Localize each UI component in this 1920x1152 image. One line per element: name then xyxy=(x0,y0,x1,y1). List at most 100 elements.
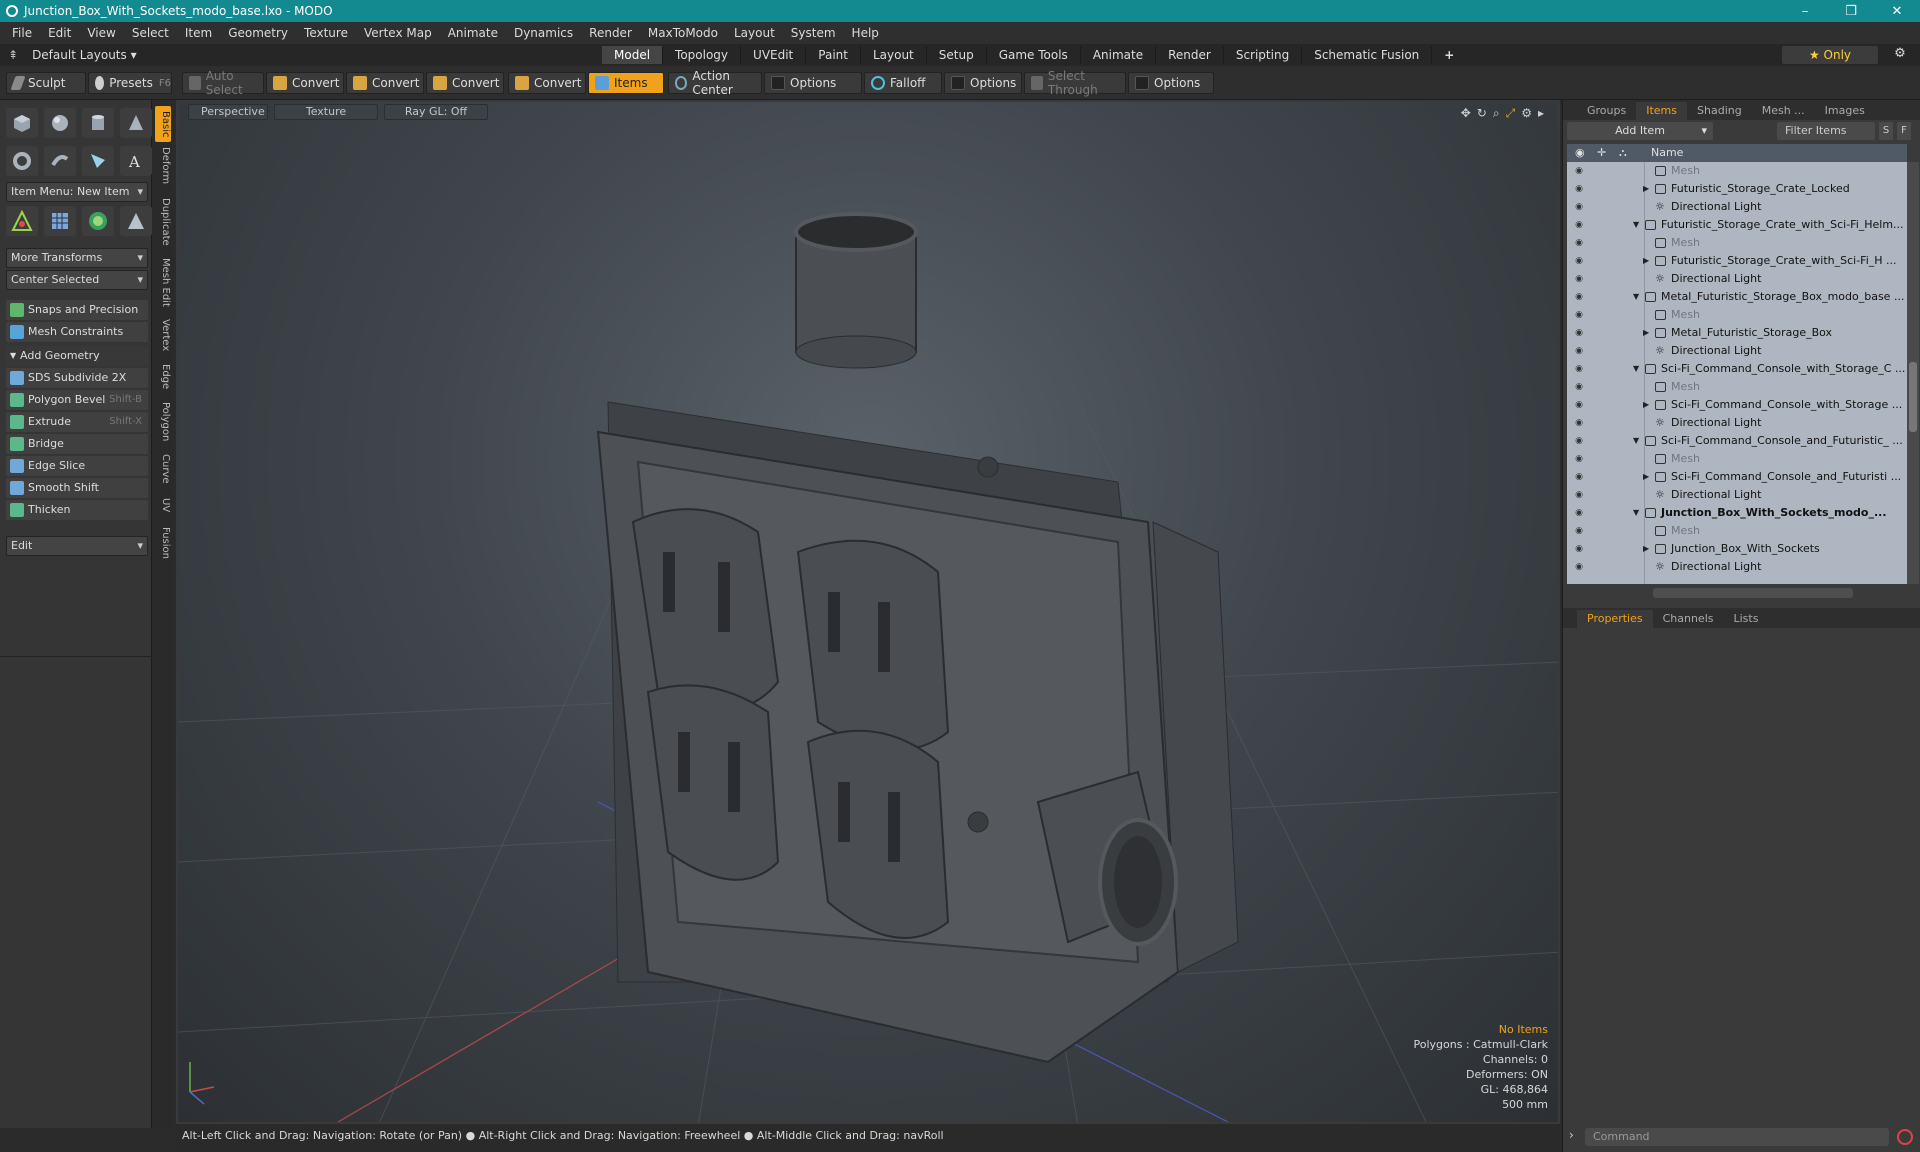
scroll-thumb[interactable] xyxy=(1909,362,1917,432)
minimize-button[interactable]: – xyxy=(1782,0,1828,22)
convert-items-button[interactable]: Convert xyxy=(508,72,586,94)
expand-right-icon[interactable]: ▶ xyxy=(1643,540,1649,558)
tree-item-light[interactable]: ◉ ☼ Directional Light xyxy=(1567,270,1907,288)
vtab-edge[interactable]: Edge xyxy=(155,362,171,392)
capsule-icon[interactable] xyxy=(44,146,76,176)
convert-vertices-button[interactable]: Convert xyxy=(266,72,344,94)
eye-icon[interactable]: ◉ xyxy=(1573,381,1585,393)
cube-icon[interactable] xyxy=(6,108,38,138)
vtab-mesh-edit[interactable]: Mesh Edit xyxy=(155,256,171,308)
tab-topology[interactable]: Topology xyxy=(663,46,742,64)
menu-view[interactable]: View xyxy=(79,26,123,40)
menu-system[interactable]: System xyxy=(783,26,844,40)
tree-item-scene[interactable]: ◉ ▼ Junction_Box_With_Sockets_modo_... xyxy=(1567,504,1907,522)
f-filter-button[interactable]: F xyxy=(1897,122,1911,140)
eye-icon[interactable]: ◉ xyxy=(1573,291,1585,303)
more-transforms-dropdown[interactable]: More Transforms xyxy=(6,248,148,268)
menu-animate[interactable]: Animate xyxy=(440,26,506,40)
sculpt-button[interactable]: Sculpt xyxy=(6,72,86,94)
perspective-dropdown[interactable]: Perspective xyxy=(188,104,268,120)
menu-select[interactable]: Select xyxy=(124,26,177,40)
torus-icon[interactable] xyxy=(6,146,38,176)
tab-shading[interactable]: Shading xyxy=(1687,102,1752,120)
tree-item-light[interactable]: ◉ ☼ Directional Light xyxy=(1567,342,1907,360)
tab-layout[interactable]: Layout xyxy=(861,46,927,64)
eye-icon[interactable]: ◉ xyxy=(1573,471,1585,483)
tree-item-mesh[interactable]: ◉ Mesh xyxy=(1567,522,1907,540)
tab-setup[interactable]: Setup xyxy=(927,46,987,64)
polygon-bevel-button[interactable]: Polygon Bevel Shift-B xyxy=(6,390,148,410)
record-icon[interactable] xyxy=(1897,1129,1913,1145)
items-scrollbar[interactable] xyxy=(1907,162,1919,584)
pan-icon[interactable]: ✥ xyxy=(1461,106,1471,121)
tree-item-light[interactable]: ◉ ☼ Directional Light xyxy=(1567,486,1907,504)
eye-icon[interactable]: ◉ xyxy=(1573,327,1585,339)
add-geometry-section[interactable]: ▼ Add Geometry xyxy=(6,346,148,366)
tree-item-scene[interactable]: ◉ ▼ Sci-Fi_Command_Console_and_Futuristic_… xyxy=(1567,432,1907,450)
edit-dropdown[interactable]: Edit xyxy=(6,536,148,556)
tree-item-mesh[interactable]: ◉ Mesh xyxy=(1567,306,1907,324)
center-selected-dropdown[interactable]: Center Selected xyxy=(6,270,148,290)
sds-subdivide-button[interactable]: SDS Subdivide 2X xyxy=(6,368,148,388)
tab-images[interactable]: Images xyxy=(1815,102,1875,120)
expand-down-icon[interactable]: ▼ xyxy=(1633,360,1639,378)
expand-right-icon[interactable]: ▶ xyxy=(1643,468,1649,486)
menu-file[interactable]: File xyxy=(4,26,40,40)
tree-item-mesh[interactable]: ◉ Mesh xyxy=(1567,450,1907,468)
snaps-precision-button[interactable]: Snaps and Precision xyxy=(6,300,148,320)
3d-viewport[interactable]: Perspective Texture Ray GL: Off ✥ ↻ ⌕ ⤢ … xyxy=(176,100,1560,1124)
eye-icon[interactable]: ◉ xyxy=(1573,345,1585,357)
vtab-deform[interactable]: Deform xyxy=(155,146,171,186)
texture-dropdown[interactable]: Texture xyxy=(274,104,378,120)
expand-down-icon[interactable]: ▼ xyxy=(1633,216,1639,234)
eye-icon[interactable]: ◉ xyxy=(1573,417,1585,429)
eye-icon[interactable]: ◉ xyxy=(1573,219,1585,231)
tree-item-mesh[interactable]: ◉ Mesh xyxy=(1567,378,1907,396)
menu-vertex-map[interactable]: Vertex Map xyxy=(356,26,440,40)
eye-icon[interactable]: ◉ xyxy=(1573,543,1585,555)
pen-icon[interactable] xyxy=(82,146,114,176)
menu-edit[interactable]: Edit xyxy=(40,26,79,40)
s-filter-button[interactable]: S xyxy=(1879,122,1893,140)
menu-item[interactable]: Item xyxy=(177,26,220,40)
eye-icon[interactable]: ◉ xyxy=(1573,489,1585,501)
vtab-uv[interactable]: UV xyxy=(155,494,171,516)
tab-uvedit[interactable]: UVEdit xyxy=(741,46,807,64)
bridge-button[interactable]: Bridge xyxy=(6,434,148,454)
expand-right-icon[interactable]: ▶ xyxy=(1643,252,1649,270)
tab-mesh[interactable]: Mesh ... xyxy=(1752,102,1815,120)
cone-scale-icon[interactable] xyxy=(120,206,152,236)
render-column-icon[interactable]: ⛬ xyxy=(1619,144,1627,162)
menu-help[interactable]: Help xyxy=(844,26,887,40)
tab-scripting[interactable]: Scripting xyxy=(1224,46,1303,64)
eye-icon[interactable]: ◉ xyxy=(1573,525,1585,537)
falloff-button[interactable]: Falloff xyxy=(864,72,942,94)
command-input[interactable]: Command xyxy=(1585,1128,1889,1146)
tree-item-light[interactable]: ◉ ☼ Directional Light xyxy=(1567,558,1907,576)
eye-icon[interactable]: ◉ xyxy=(1573,201,1585,213)
cone-icon[interactable] xyxy=(120,108,152,138)
sphere-icon[interactable] xyxy=(44,108,76,138)
close-button[interactable]: ✕ xyxy=(1874,0,1920,22)
menu-render[interactable]: Render xyxy=(581,26,640,40)
edge-slice-button[interactable]: Edge Slice xyxy=(6,456,148,476)
move-icon[interactable] xyxy=(6,206,38,236)
tree-item-mesh[interactable]: ◉ ▶ Sci-Fi_Command_Console_with_Storage ..… xyxy=(1567,396,1907,414)
eye-icon[interactable]: ◉ xyxy=(1573,309,1585,321)
vtab-basic[interactable]: Basic xyxy=(155,106,171,142)
tree-item-mesh[interactable]: ◉ Mesh xyxy=(1567,234,1907,252)
expand-right-icon[interactable]: ▶ xyxy=(1643,180,1649,198)
tab-paint[interactable]: Paint xyxy=(806,46,861,64)
vtab-vertex[interactable]: Vertex xyxy=(155,316,171,354)
items-hscrollbar[interactable] xyxy=(1653,588,1853,598)
eye-icon[interactable]: ◉ xyxy=(1573,363,1585,375)
auto-select-button[interactable]: Auto Select xyxy=(182,69,264,97)
cylinder-icon[interactable] xyxy=(82,108,114,138)
expand-down-icon[interactable]: ▼ xyxy=(1633,432,1639,450)
tree-item-light[interactable]: ◉ ☼ Directional Light xyxy=(1567,198,1907,216)
vtab-polygon[interactable]: Polygon xyxy=(155,400,171,444)
eye-icon[interactable]: ◉ xyxy=(1573,255,1585,267)
expand-down-icon[interactable]: ▼ xyxy=(1633,504,1639,522)
action-options-button[interactable]: Options xyxy=(764,72,862,94)
tab-animate[interactable]: Animate xyxy=(1081,46,1157,64)
